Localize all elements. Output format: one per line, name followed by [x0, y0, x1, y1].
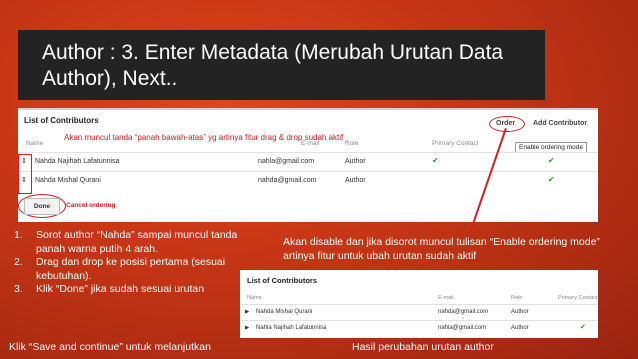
contributor-email: nahla@gmail.com: [258, 158, 315, 165]
add-contributor-button[interactable]: Add Contributor: [533, 120, 587, 127]
contributor-email: nahda@gmail.com: [438, 309, 489, 315]
contributors-heading: List of Contributors: [247, 276, 317, 285]
column-name: Name: [26, 140, 44, 147]
order-button-note: Akan disable dan jika disorot muncul tul…: [283, 236, 600, 262]
column-primary-contact: Primary Contact: [558, 295, 598, 301]
contributor-email: nahla@gmail.com: [438, 325, 487, 331]
column-name: Name: [247, 295, 262, 301]
column-primary-contact: Primary Contact: [432, 140, 479, 147]
step-text: Drag dan drop ke posisi pertama (sesuai …: [36, 256, 226, 282]
contributor-role: Author: [511, 325, 529, 331]
contributor-email: nahda@gmail.com: [258, 177, 317, 184]
table-row[interactable]: ▶ Nahla Najihah Lafatunnisa nahla@gmail.…: [240, 320, 598, 336]
step-item: 2. Drag dan drop ke posisi pertama (sesu…: [14, 256, 244, 283]
footer-note-left: Klik “Save and continue” untuk melanjutk…: [9, 341, 211, 353]
contributor-name: Nahda Najihah Lafatunnisa: [35, 158, 120, 165]
column-email: E-mail: [301, 140, 320, 147]
table-row[interactable]: ▶ Nahda Mishal Qurani nahda@gmail.com Au…: [240, 304, 598, 320]
column-role: Role: [511, 295, 523, 301]
order-button[interactable]: Order: [496, 120, 515, 127]
contributors-panel-ordering: List of Contributors Order Add Contribut…: [18, 108, 598, 222]
checkmark-icon: ✔: [548, 175, 555, 184]
contributor-name: Nahla Najihah Lafatunnisa: [256, 325, 327, 331]
cancel-ordering-link[interactable]: Cancel ordering: [66, 202, 115, 209]
triangle-right-icon[interactable]: ▶: [245, 325, 249, 331]
step-number: 3.: [14, 283, 23, 295]
contributor-name: Nahda Mishal Qurani: [35, 177, 101, 184]
contributor-name: Nahda Mishal Qurani: [256, 309, 313, 315]
contributor-role: Author: [511, 309, 529, 315]
drag-handles-highlight: [18, 154, 32, 194]
checkmark-icon: ✔: [548, 156, 555, 165]
checkmark-icon: ✔: [432, 156, 439, 165]
slide-title: Author : 3. Enter Metadata (Merubah Urut…: [42, 41, 504, 90]
contributor-role: Author: [345, 158, 366, 165]
step-text: Klik “Done” jika sudah sesuai urutan: [36, 283, 205, 295]
contributors-panel-result: List of Contributors Name E-mail Role Pr…: [240, 270, 598, 338]
triangle-right-icon[interactable]: ▶: [245, 309, 249, 315]
instruction-steps: 1. Sorot author “Nahda” sampai muncul ta…: [14, 229, 244, 297]
column-role: Role: [345, 140, 359, 147]
done-button[interactable]: Done: [24, 198, 60, 215]
step-text: Sorot author “Nahda” sampai muncul tanda…: [36, 229, 238, 255]
step-item: 3. Klik “Done” jika sudah sesuai urutan: [14, 283, 244, 297]
table-row[interactable]: ⇕ Nahda Mishal Qurani nahda@gmail.com Au…: [18, 171, 598, 190]
step-number: 1.: [14, 229, 23, 241]
table-row[interactable]: ⇕ Nahda Najihah Lafatunnisa nahla@gmail.…: [18, 152, 598, 171]
column-email: E-mail: [438, 295, 454, 301]
step-item: 1. Sorot author “Nahda” sampai muncul ta…: [14, 229, 244, 256]
step-number: 2.: [14, 256, 23, 268]
title-bar: Author : 3. Enter Metadata (Merubah Urut…: [18, 30, 545, 100]
contributors-heading: List of Contributors: [24, 116, 99, 125]
contributor-role: Author: [345, 177, 366, 184]
footer-note-right: Hasil perubahan urutan author: [352, 341, 494, 353]
checkmark-icon: ✔: [580, 324, 586, 331]
